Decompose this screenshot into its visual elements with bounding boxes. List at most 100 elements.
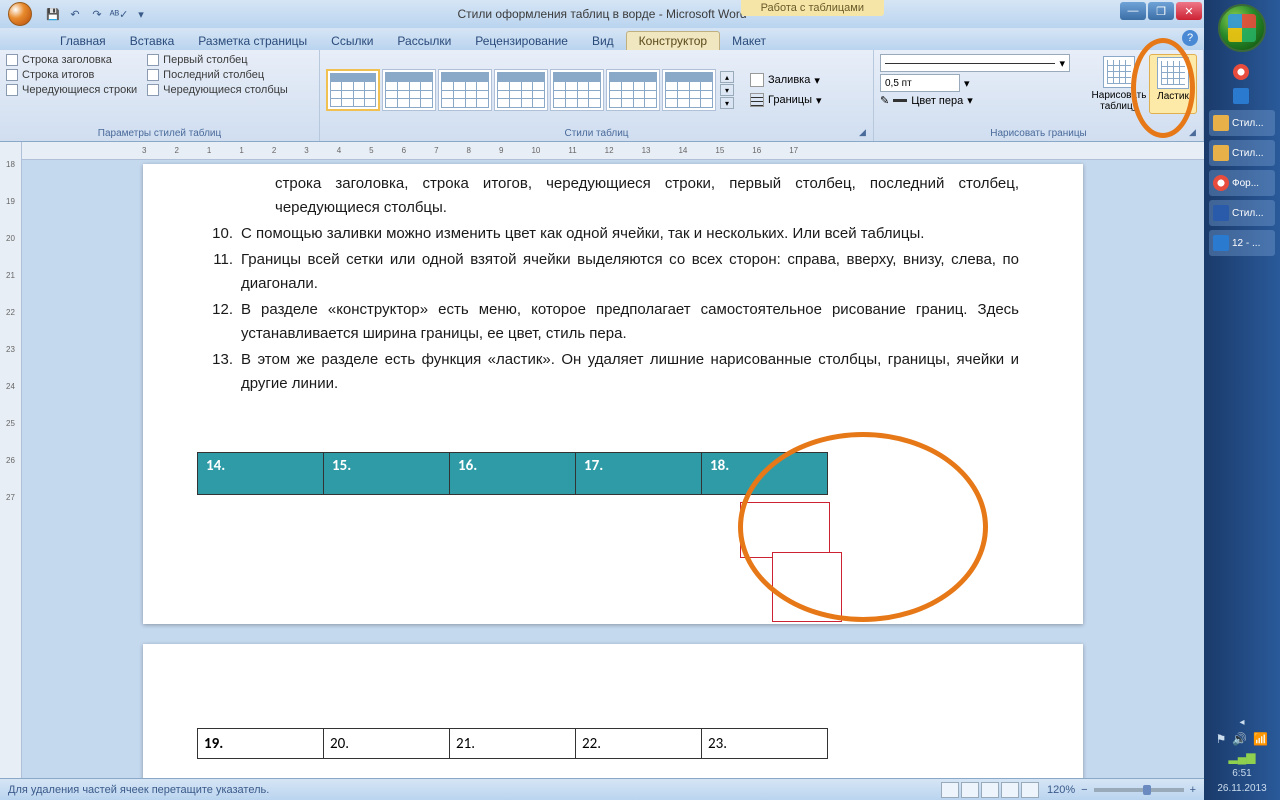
tray-volume-icon[interactable]: 🔊 bbox=[1232, 732, 1247, 746]
spellcheck-icon[interactable]: ᴬᴮ✓ bbox=[110, 5, 128, 23]
close-button[interactable]: ✕ bbox=[1176, 2, 1202, 20]
table-cell: 14. bbox=[198, 453, 324, 495]
minimize-button[interactable]: — bbox=[1120, 2, 1146, 20]
line-width-dropdown[interactable] bbox=[880, 74, 960, 92]
view-reading-icon[interactable] bbox=[961, 782, 979, 798]
status-message: Для удаления частей ячеек перетащите ука… bbox=[8, 784, 269, 796]
opt-header-row[interactable]: Строка заголовка bbox=[6, 54, 137, 66]
gallery-more-icon[interactable]: ▾ bbox=[720, 97, 734, 109]
group-table-styles: ▴ ▾ ▾ Заливка ▾ Границы ▾ Стили таблиц ◢ bbox=[320, 50, 874, 141]
tab-table-layout[interactable]: Макет bbox=[720, 32, 778, 50]
qat-more-icon[interactable]: ▾ bbox=[132, 5, 150, 23]
document-body[interactable]: строка заголовка, строка итогов, чередую… bbox=[207, 172, 1019, 396]
taskbar-item[interactable]: Стил... bbox=[1209, 200, 1275, 226]
redo-icon[interactable]: ↷ bbox=[88, 5, 106, 23]
table-style-item[interactable] bbox=[550, 69, 604, 111]
draw-table-icon bbox=[1103, 56, 1135, 88]
view-outline-icon[interactable] bbox=[1001, 782, 1019, 798]
maximize-button[interactable]: ❐ bbox=[1148, 2, 1174, 20]
page[interactable]: 19. 20. 21. 22. 23. bbox=[143, 644, 1083, 778]
table-cell: 18. bbox=[702, 453, 828, 495]
tray-network-icon[interactable]: 📶 bbox=[1253, 732, 1268, 746]
zoom-slider[interactable] bbox=[1094, 788, 1184, 792]
table-style-item[interactable] bbox=[326, 69, 380, 111]
folder-icon bbox=[1213, 145, 1229, 161]
table-style-item[interactable] bbox=[606, 69, 660, 111]
tab-home[interactable]: Главная bbox=[48, 32, 118, 50]
folder-icon bbox=[1213, 115, 1229, 131]
document-scroll[interactable]: 3211234567891011121314151617 строка заго… bbox=[22, 142, 1204, 778]
zoom-in-icon[interactable]: + bbox=[1190, 784, 1196, 796]
vertical-ruler[interactable]: 18192021222324252627 bbox=[0, 142, 22, 778]
taskbar-pinned[interactable] bbox=[1232, 86, 1252, 106]
group-label: Нарисовать границы bbox=[880, 128, 1197, 139]
office-button[interactable] bbox=[0, 0, 40, 28]
ribbon-tabs: Главная Вставка Разметка страницы Ссылки… bbox=[0, 28, 1204, 50]
opt-last-col[interactable]: Последний столбец bbox=[147, 69, 288, 81]
clock-date[interactable]: 26.11.2013 bbox=[1217, 783, 1266, 794]
word-window: 💾 ↶ ↷ ᴬᴮ✓ ▾ Стили оформления таблиц в во… bbox=[0, 0, 1204, 800]
table-style-item[interactable] bbox=[662, 69, 716, 111]
tray-flag-icon[interactable]: ⚑ bbox=[1216, 732, 1227, 746]
dialog-launcher-icon[interactable]: ◢ bbox=[859, 127, 871, 139]
pen-color-button[interactable]: ✎Цвет пера ▾ bbox=[880, 94, 1091, 107]
table-style-item[interactable] bbox=[382, 69, 436, 111]
yandex-icon bbox=[1213, 175, 1229, 191]
view-print-icon[interactable] bbox=[941, 782, 959, 798]
gallery-down-icon[interactable]: ▾ bbox=[720, 84, 734, 96]
page[interactable]: строка заголовка, строка итогов, чередую… bbox=[143, 164, 1083, 624]
eraser-button[interactable]: Ластик bbox=[1149, 54, 1197, 114]
taskbar-item[interactable]: Стил... bbox=[1209, 110, 1275, 136]
contextual-tab-title: Работа с таблицами bbox=[741, 0, 884, 16]
opt-banded-cols[interactable]: Чередующиеся столбцы bbox=[147, 84, 288, 96]
tab-view[interactable]: Вид bbox=[580, 32, 626, 50]
table-style-item[interactable] bbox=[494, 69, 548, 111]
gallery-up-icon[interactable]: ▴ bbox=[720, 71, 734, 83]
help-button[interactable]: ? bbox=[1182, 30, 1198, 46]
zoom-out-icon[interactable]: − bbox=[1081, 784, 1087, 796]
tab-design[interactable]: Конструктор bbox=[626, 31, 720, 50]
window-buttons: — ❐ ✕ bbox=[1120, 2, 1202, 20]
tray-signal-icon[interactable]: ▂▄▆ bbox=[1229, 750, 1256, 764]
tab-review[interactable]: Рецензирование bbox=[463, 32, 580, 50]
taskbar-item[interactable]: Стил... bbox=[1209, 140, 1275, 166]
taskbar-pinned[interactable] bbox=[1232, 62, 1252, 82]
clock-time[interactable]: 6:51 bbox=[1232, 768, 1251, 779]
document-table-2[interactable]: 19. 20. 21. 22. 23. bbox=[197, 728, 828, 759]
taskbar-item[interactable]: 12 - ... bbox=[1209, 230, 1275, 256]
word-icon bbox=[1213, 205, 1229, 221]
undo-icon[interactable]: ↶ bbox=[66, 5, 84, 23]
tab-mailings[interactable]: Рассылки bbox=[385, 32, 463, 50]
gallery-scroll: ▴ ▾ ▾ bbox=[720, 71, 734, 109]
opt-first-col[interactable]: Первый столбец bbox=[147, 54, 288, 66]
tab-references[interactable]: Ссылки bbox=[319, 32, 385, 50]
table-cell: 23. bbox=[702, 729, 828, 759]
tray-arrow-icon[interactable]: ◂ bbox=[1239, 717, 1244, 728]
dialog-launcher-icon[interactable]: ◢ bbox=[1189, 127, 1201, 139]
save-icon[interactable]: 💾 bbox=[44, 5, 62, 23]
pen-icon: ✎ bbox=[880, 94, 889, 107]
opt-total-row[interactable]: Строка итогов bbox=[6, 69, 137, 81]
start-button[interactable] bbox=[1218, 4, 1266, 52]
eraser-selection-1 bbox=[740, 502, 830, 558]
zoom-level[interactable]: 120% bbox=[1047, 784, 1075, 796]
horizontal-ruler[interactable]: 3211234567891011121314151617 bbox=[22, 142, 1204, 160]
group-style-options: Строка заголовка Строка итогов Чередующи… bbox=[0, 50, 320, 141]
view-draft-icon[interactable] bbox=[1021, 782, 1039, 798]
shading-button[interactable]: Заливка ▾ bbox=[746, 71, 826, 89]
table-style-gallery: ▴ ▾ ▾ bbox=[326, 69, 734, 111]
taskbar-item[interactable]: Фор... bbox=[1209, 170, 1275, 196]
group-label: Стили таблиц bbox=[326, 128, 867, 139]
bucket-icon bbox=[750, 73, 764, 87]
view-web-icon[interactable] bbox=[981, 782, 999, 798]
borders-button[interactable]: Границы ▾ bbox=[746, 91, 826, 109]
tab-insert[interactable]: Вставка bbox=[118, 32, 187, 50]
line-style-dropdown[interactable]: ▾ bbox=[880, 54, 1070, 72]
document-table-1[interactable]: 14. 15. 16. 17. 18. bbox=[197, 452, 828, 495]
table-style-item[interactable] bbox=[438, 69, 492, 111]
tab-page-layout[interactable]: Разметка страницы bbox=[186, 32, 319, 50]
ribbon: Строка заголовка Строка итогов Чередующи… bbox=[0, 50, 1204, 142]
opt-banded-rows[interactable]: Чередующиеся строки bbox=[6, 84, 137, 96]
draw-table-button[interactable]: Нарисовать таблицу bbox=[1095, 54, 1143, 114]
table-cell: 22. bbox=[576, 729, 702, 759]
